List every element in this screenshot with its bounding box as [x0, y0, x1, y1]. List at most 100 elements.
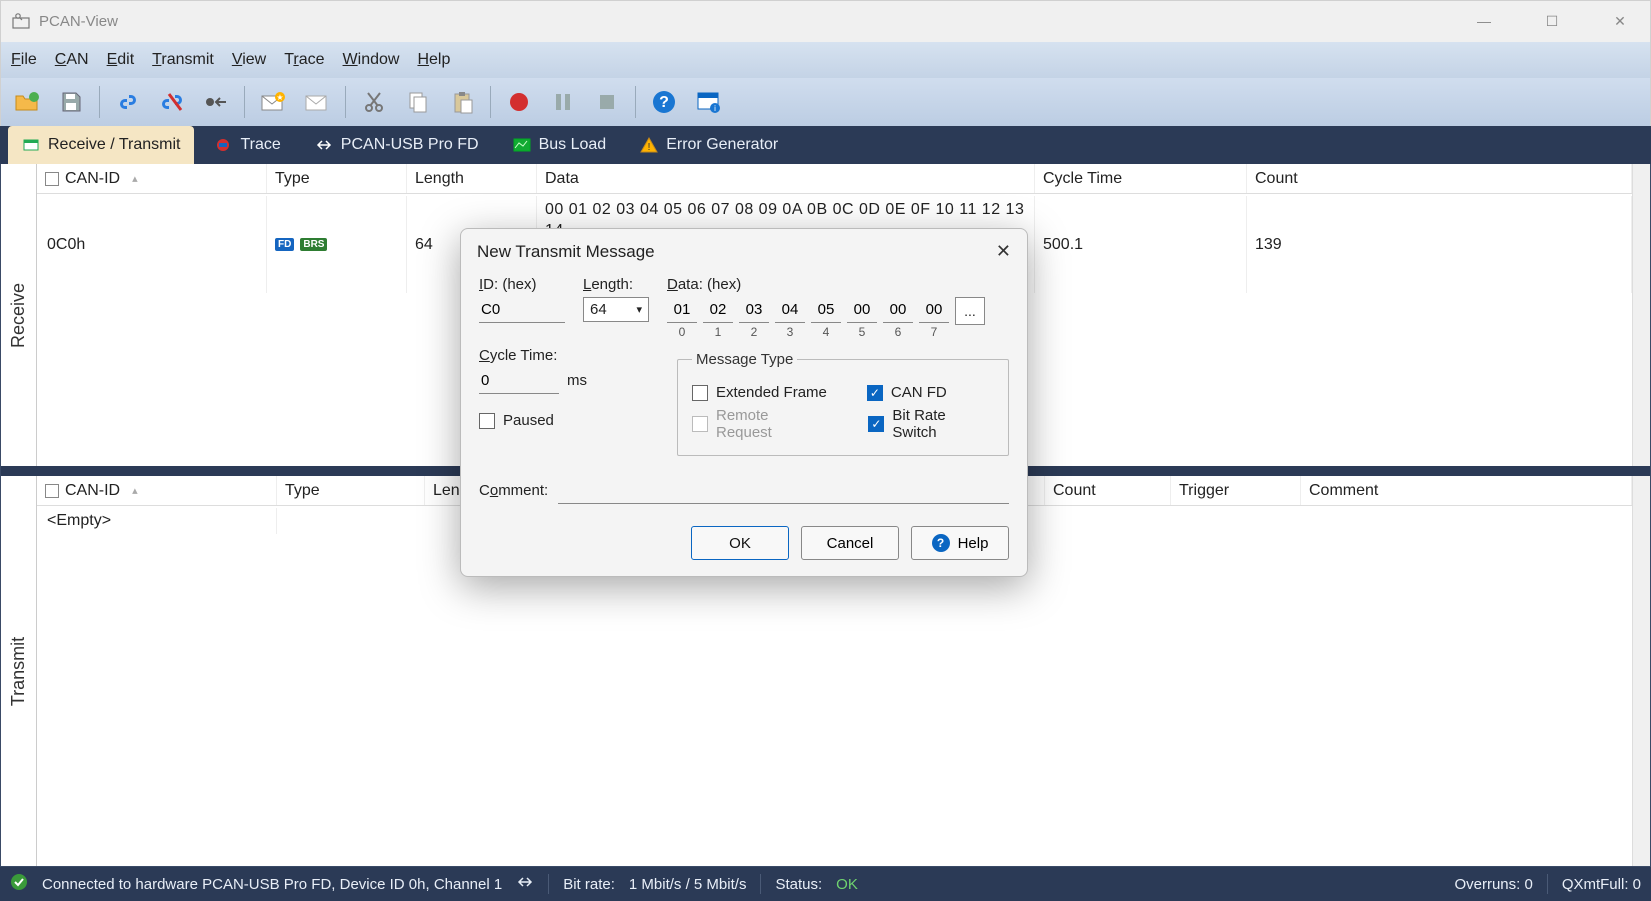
paste-icon[interactable] [442, 82, 482, 122]
tx-col-trigger[interactable]: Trigger [1171, 476, 1301, 505]
id-input[interactable] [479, 297, 565, 323]
window-title: PCAN-View [39, 13, 118, 30]
ok-button[interactable]: OK [691, 526, 789, 560]
pause-icon[interactable] [543, 82, 583, 122]
tab-bus-load[interactable]: Bus Load [499, 126, 621, 164]
menu-help[interactable]: Help [417, 51, 450, 69]
can-fd-checkbox[interactable]: ✓ [867, 385, 883, 401]
menu-trace[interactable]: Trace [284, 51, 324, 69]
cycle-input[interactable] [479, 368, 559, 394]
info-icon[interactable]: i [688, 82, 728, 122]
tx-select-all-checkbox[interactable] [45, 484, 59, 498]
data-bytes: 0 1 2 3 4 5 6 7 ... [667, 297, 1009, 339]
save-icon[interactable] [51, 82, 91, 122]
brs-checkbox[interactable]: ✓ [868, 416, 884, 432]
toolbar: ★ ? i [0, 78, 1651, 126]
col-canid-header[interactable]: CAN-ID [65, 170, 120, 188]
status-bitrate-label: Bit rate: [563, 876, 615, 893]
extended-frame-checkbox[interactable] [692, 385, 708, 401]
paused-checkbox[interactable] [479, 413, 495, 429]
close-button[interactable]: ✕ [1600, 13, 1640, 30]
stop-icon[interactable] [587, 82, 627, 122]
comment-label: Comment: [479, 482, 548, 499]
byte-4[interactable] [811, 297, 841, 323]
receive-header: CAN-ID▴ Type Length Data Cycle Time Coun… [37, 164, 1632, 194]
byte-7[interactable] [919, 297, 949, 323]
statusbar: Connected to hardware PCAN-USB Pro FD, D… [0, 867, 1651, 901]
open-file-icon[interactable] [7, 82, 47, 122]
status-check-icon [10, 873, 28, 895]
help-button[interactable]: ?Help [911, 526, 1009, 560]
menu-window[interactable]: Window [343, 51, 400, 69]
status-qxmt: QXmtFull: 0 [1562, 876, 1641, 893]
menu-can[interactable]: CAN [55, 51, 89, 69]
tab-pcan-usb[interactable]: PCAN-USB Pro FD [301, 126, 493, 164]
tx-col-count[interactable]: Count [1045, 476, 1171, 505]
tab-receive-transmit[interactable]: Receive / Transmit [8, 126, 194, 164]
tx-empty: <Empty> [47, 512, 111, 530]
copy-icon[interactable] [398, 82, 438, 122]
dialog-title: New Transmit Message [477, 242, 655, 262]
help-icon[interactable]: ? [644, 82, 684, 122]
message-type-legend: Message Type [692, 351, 797, 368]
rx-canid: 0C0h [47, 236, 85, 254]
length-select[interactable]: 64▾ [583, 297, 649, 322]
col-length-header[interactable]: Length [407, 164, 537, 193]
new-message-icon[interactable]: ★ [253, 82, 293, 122]
menu-edit[interactable]: Edit [107, 51, 135, 69]
minimize-button[interactable]: — [1464, 13, 1504, 30]
tx-col-type[interactable]: Type [277, 476, 425, 505]
byte-3[interactable] [775, 297, 805, 323]
rx-count: 139 [1255, 236, 1282, 254]
col-type-header[interactable]: Type [267, 164, 407, 193]
status-link-icon [516, 875, 534, 893]
menu-file[interactable]: File [11, 51, 37, 69]
maximize-button[interactable]: ☐ [1532, 13, 1572, 30]
tab-error-gen[interactable]: ! Error Generator [626, 126, 792, 164]
byte-2[interactable] [739, 297, 769, 323]
col-data-header[interactable]: Data [537, 164, 1035, 193]
byte-6[interactable] [883, 297, 913, 323]
dialog-close-icon[interactable]: ✕ [996, 241, 1011, 262]
cancel-button[interactable]: Cancel [801, 526, 899, 560]
rx-cycle: 500.1 [1043, 236, 1083, 254]
byte-1[interactable] [703, 297, 733, 323]
tab-rx-tx-icon [22, 136, 40, 154]
byte-5[interactable] [847, 297, 877, 323]
can-fd-label: CAN FD [891, 384, 947, 401]
tx-col-canid[interactable]: CAN-ID [65, 482, 120, 500]
status-value: OK [836, 876, 858, 893]
comment-input[interactable] [558, 476, 1009, 504]
connect-icon[interactable] [108, 82, 148, 122]
more-bytes-button[interactable]: ... [955, 297, 985, 325]
brs-badge: BRS [300, 238, 327, 251]
tab-warning-icon: ! [640, 136, 658, 154]
remote-request-checkbox [692, 416, 708, 432]
select-all-checkbox[interactable] [45, 172, 59, 186]
svg-text:★: ★ [276, 93, 283, 102]
svg-text:i: i [714, 104, 716, 113]
disconnect-icon[interactable] [152, 82, 192, 122]
tx-col-comment[interactable]: Comment [1301, 476, 1632, 505]
record-icon[interactable] [499, 82, 539, 122]
cut-icon[interactable] [354, 82, 394, 122]
tab-label: Bus Load [539, 136, 607, 154]
transmit-scrollbar[interactable] [1632, 476, 1650, 866]
tab-label: Trace [240, 136, 280, 154]
tab-usb-icon [315, 136, 333, 154]
col-count-header[interactable]: Count [1247, 164, 1632, 193]
tab-trace[interactable]: Trace [200, 126, 294, 164]
reset-icon[interactable] [196, 82, 236, 122]
svg-text:!: ! [648, 142, 651, 153]
titlebar: PCAN-View — ☐ ✕ [0, 0, 1651, 42]
menu-transmit[interactable]: Transmit [152, 51, 214, 69]
menu-view[interactable]: View [232, 51, 266, 69]
tab-label: Error Generator [666, 136, 778, 154]
col-cycle-header[interactable]: Cycle Time [1035, 164, 1247, 193]
id-label: ID: (hex) [479, 276, 565, 293]
edit-message-icon[interactable] [297, 82, 337, 122]
byte-0[interactable] [667, 297, 697, 323]
receive-scrollbar[interactable] [1632, 164, 1650, 466]
fd-badge: FD [275, 238, 294, 251]
help-circle-icon: ? [932, 534, 950, 552]
